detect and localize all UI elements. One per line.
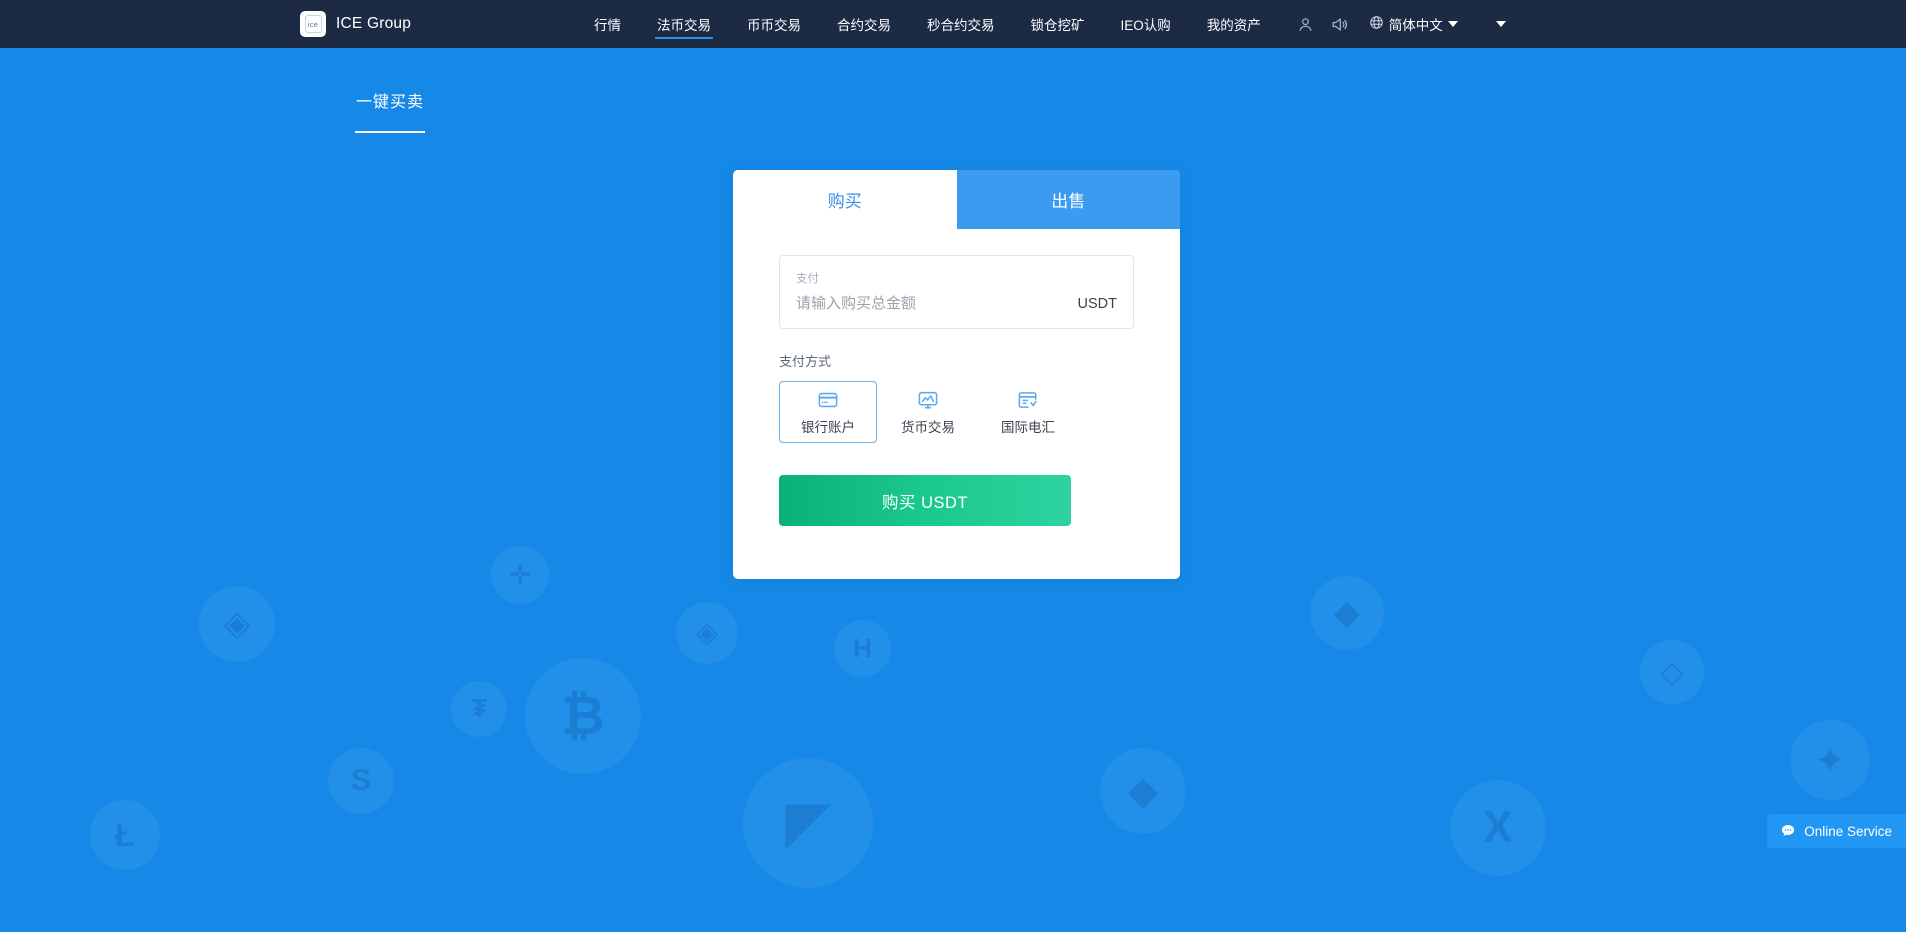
user-icon[interactable] bbox=[1289, 0, 1323, 48]
background-coin-ltc: Ł bbox=[90, 800, 160, 870]
background-coin-bnb: ◇ bbox=[1640, 640, 1704, 704]
card-body: 支付 USDT 支付方式 银行账户 货币交易 国际电汇 购买 USDT bbox=[733, 229, 1180, 526]
nav-link-7[interactable]: 我的资产 bbox=[1189, 0, 1279, 48]
online-service-label: Online Service bbox=[1804, 823, 1892, 839]
payment-method-label: 支付方式 bbox=[779, 354, 832, 369]
background-coin-hsr: H bbox=[834, 620, 891, 677]
amount-row: USDT bbox=[796, 295, 1117, 312]
nav-link-3[interactable]: 合约交易 bbox=[819, 0, 909, 48]
background-coin-dash: S bbox=[328, 748, 394, 814]
nav-link-2[interactable]: 币币交易 bbox=[729, 0, 819, 48]
page-tab-underline bbox=[355, 131, 425, 133]
background-coin-btc: ₿ bbox=[525, 658, 641, 774]
card-tab-1[interactable]: 出售 bbox=[956, 170, 1180, 229]
background-coin-etc: ◈ bbox=[676, 602, 738, 664]
chat-bubble-icon bbox=[1780, 823, 1796, 839]
nav-link-6[interactable]: IEO认购 bbox=[1103, 0, 1189, 48]
payment-method-label-0: 银行账户 bbox=[801, 419, 855, 435]
announcement-icon[interactable] bbox=[1323, 0, 1357, 48]
background-coin-xrp: ✛ bbox=[491, 546, 549, 604]
nav-link-4[interactable]: 秒合约交易 bbox=[909, 0, 1013, 48]
nav-link-0[interactable]: 行情 bbox=[576, 0, 639, 48]
background-coin-usdt: ₮ bbox=[451, 681, 507, 737]
trade-card: 购买出售 支付 USDT 支付方式 银行账户 货币交易 国际电汇 购买 USDT bbox=[733, 170, 1180, 579]
buy-usdt-button[interactable]: 购买 USDT bbox=[779, 475, 1071, 526]
language-label: 简体中文 bbox=[1388, 18, 1443, 33]
amount-input[interactable] bbox=[796, 295, 1047, 312]
card-tab-0[interactable]: 购买 bbox=[733, 170, 957, 229]
wire-transfer-icon bbox=[1017, 389, 1039, 411]
nav-links: 行情 法币交易 币币交易 合约交易 秒合约交易 锁仓挖矿 IEO认购 我的资产 bbox=[576, 0, 1279, 48]
background-coin-neo: ◤ bbox=[743, 758, 873, 888]
background-coin-eth: ◆ bbox=[1310, 576, 1384, 650]
payment-method-list: 银行账户 货币交易 国际电汇 bbox=[779, 381, 1134, 443]
online-service-button[interactable]: Online Service bbox=[1767, 814, 1906, 848]
amount-unit-label: USDT bbox=[1077, 295, 1117, 312]
top-navigation-bar: ice ICE Group 行情 法币交易 币币交易 合约交易 秒合约交易 锁仓挖矿 IEO… bbox=[0, 0, 1906, 48]
brand-logo-group[interactable]: ice ICE Group bbox=[300, 11, 411, 37]
nav-link-5[interactable]: 锁仓挖矿 bbox=[1013, 0, 1103, 48]
payment-method-2[interactable]: 国际电汇 bbox=[979, 381, 1077, 443]
amount-label: 支付 bbox=[796, 273, 819, 285]
payment-method-label-1: 货币交易 bbox=[901, 419, 955, 435]
chevron-down-icon-secondary bbox=[1495, 21, 1506, 27]
nav-right-controls: 简体中文 bbox=[1289, 0, 1518, 48]
nav-link-1[interactable]: 法币交易 bbox=[639, 0, 729, 48]
background-coin-eos: ◈ bbox=[199, 586, 275, 662]
language-selector[interactable]: 简体中文 bbox=[1357, 0, 1466, 48]
background-coin-eth2: ◆ bbox=[1100, 748, 1186, 834]
credit-card-icon bbox=[817, 389, 839, 411]
brand-name: ICE Group bbox=[336, 15, 412, 32]
more-menu-button[interactable] bbox=[1484, 0, 1518, 48]
payment-method-0[interactable]: 银行账户 bbox=[779, 381, 877, 443]
background-coin-xlm: ✦ bbox=[1790, 720, 1870, 800]
ice-logo-text: ice bbox=[304, 15, 322, 33]
page-tab-one-click-trade[interactable]: 一键买卖 bbox=[355, 88, 425, 133]
globe-icon bbox=[1369, 15, 1384, 33]
page-tab-label: 一键买卖 bbox=[355, 94, 424, 111]
monitor-chart-icon bbox=[917, 389, 939, 411]
ice-logo-icon: ice bbox=[300, 11, 326, 37]
background-coin-trx: X bbox=[1450, 780, 1546, 876]
payment-method-1[interactable]: 货币交易 bbox=[879, 381, 977, 443]
amount-field-group[interactable]: 支付 USDT bbox=[779, 255, 1134, 329]
payment-method-label-2: 国际电汇 bbox=[1001, 419, 1055, 435]
card-tabs: 购买 出售 bbox=[733, 170, 1180, 229]
chevron-down-icon bbox=[1447, 21, 1458, 27]
